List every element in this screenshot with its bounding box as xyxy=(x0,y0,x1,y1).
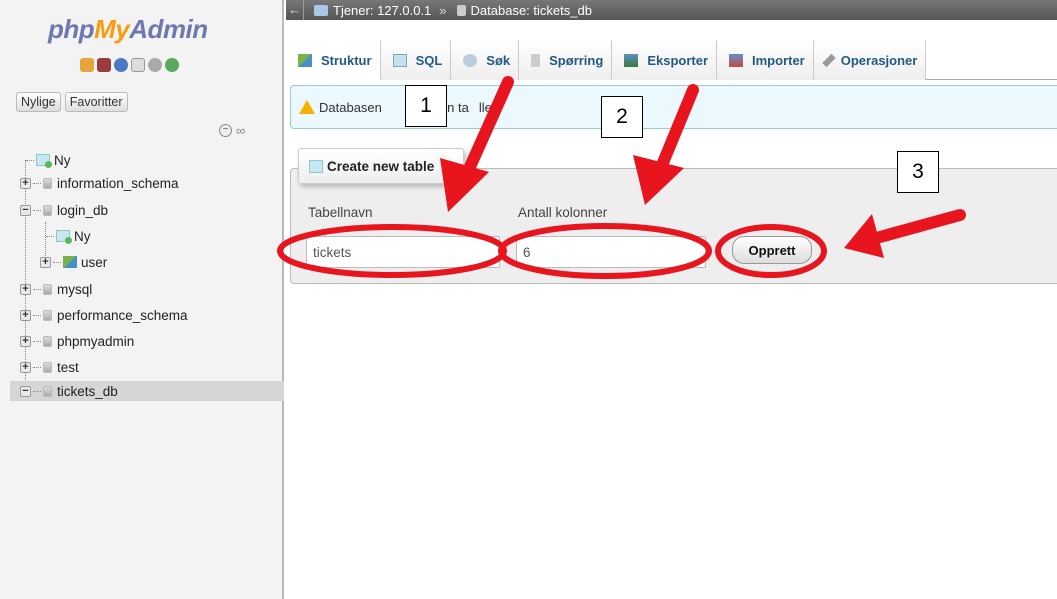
collapse-icon[interactable]: − xyxy=(20,204,31,216)
tree-item-new[interactable]: Ny xyxy=(26,150,71,170)
main-panel: ← Tjener: 127.0.0.1 » Database: tickets_… xyxy=(286,0,1057,599)
column-count-label: Antall kolonner xyxy=(518,205,608,220)
expand-icon[interactable]: + xyxy=(20,309,31,321)
link-icon[interactable]: ∞ xyxy=(236,124,245,137)
tree-item-user-table[interactable]: + user xyxy=(40,252,107,272)
annotation-number-1: 1 xyxy=(405,85,447,127)
expand-icon[interactable]: + xyxy=(20,177,31,189)
column-count-input[interactable] xyxy=(516,236,706,268)
table-name-label: Tabellnavn xyxy=(308,205,373,220)
expand-icon[interactable]: + xyxy=(20,283,31,295)
tree-item-tickets-db[interactable]: − tickets_db xyxy=(10,381,284,401)
nav-icon-bar xyxy=(80,58,179,72)
home-icon[interactable] xyxy=(80,58,94,72)
database-icon xyxy=(43,361,52,373)
import-icon xyxy=(729,53,744,67)
new-icon xyxy=(56,230,72,244)
table-icon xyxy=(63,256,77,268)
tree-item-performance-schema[interactable]: + performance_schema xyxy=(20,305,188,325)
tab-sql[interactable]: SQL xyxy=(380,40,452,80)
breadcrumb-separator: » xyxy=(439,2,447,18)
tree-item-information-schema[interactable]: + information_schema xyxy=(20,173,179,193)
search-icon xyxy=(463,53,478,67)
database-icon xyxy=(43,177,52,189)
reload-icon[interactable] xyxy=(165,58,179,72)
phpmyadmin-logo[interactable]: phpMyAdmin xyxy=(48,14,208,45)
tree-controls: − ∞ xyxy=(219,124,245,137)
tab-operations[interactable]: Operasjoner xyxy=(813,40,927,80)
query-icon xyxy=(531,53,541,67)
tree-item-phpmyadmin[interactable]: + phpmyadmin xyxy=(20,331,134,351)
database-icon xyxy=(43,309,52,321)
tree-item-test[interactable]: + test xyxy=(20,357,79,377)
expand-icon[interactable]: + xyxy=(20,361,31,373)
tab-search[interactable]: Søk xyxy=(451,40,520,80)
nav-tabs: Nylige Favoritter xyxy=(16,92,128,112)
expand-icon[interactable]: + xyxy=(40,256,51,268)
database-icon xyxy=(456,4,466,16)
tab-export[interactable]: Eksporter xyxy=(612,40,718,80)
wrench-icon xyxy=(822,53,836,67)
tab-import[interactable]: Importer xyxy=(717,40,814,80)
server-icon xyxy=(314,4,328,16)
tree-item-login-db[interactable]: − login_db xyxy=(20,200,108,220)
tree-item-mysql[interactable]: + mysql xyxy=(20,279,92,299)
favorites-tab[interactable]: Favoritter xyxy=(64,92,128,112)
recent-tab[interactable]: Nylige xyxy=(16,92,61,112)
settings-icon[interactable] xyxy=(148,58,162,72)
collapse-icon[interactable]: − xyxy=(20,385,31,397)
database-icon xyxy=(43,283,52,295)
table-name-input[interactable] xyxy=(306,236,500,268)
sql-icon xyxy=(392,53,407,67)
tab-structure[interactable]: Struktur xyxy=(286,40,381,80)
structure-icon xyxy=(298,53,312,67)
main-tabs: Struktur SQL Søk Spørring Eksporter Impo… xyxy=(286,40,1057,80)
expand-icon[interactable]: + xyxy=(20,335,31,347)
docs-icon[interactable] xyxy=(131,58,145,72)
export-icon xyxy=(624,53,639,67)
new-icon xyxy=(36,154,52,168)
annotation-number-2: 2 xyxy=(601,96,643,138)
create-table-legend: Create new table xyxy=(298,148,464,184)
navigation-panel: phpMyAdmin Nylige Favoritter − ∞ Ny + inf… xyxy=(0,0,284,599)
database-icon xyxy=(43,204,52,216)
tree-item-login-db-new[interactable]: Ny xyxy=(46,226,91,246)
help-icon[interactable] xyxy=(114,58,128,72)
breadcrumb-bar: ← Tjener: 127.0.0.1 » Database: tickets_… xyxy=(286,0,1057,20)
database-icon xyxy=(43,335,52,347)
collapse-nav-icon[interactable]: ← xyxy=(286,0,304,20)
warning-icon xyxy=(299,100,315,114)
tab-query[interactable]: Spørring xyxy=(519,40,613,80)
logout-icon[interactable] xyxy=(97,58,111,72)
collapse-all-icon[interactable]: − xyxy=(219,124,232,137)
annotation-number-3: 3 xyxy=(897,151,939,193)
breadcrumb-server[interactable]: Tjener: 127.0.0.1 xyxy=(314,3,431,18)
new-table-icon xyxy=(309,159,323,173)
database-icon xyxy=(43,385,52,397)
breadcrumb-database[interactable]: Database: tickets_db xyxy=(456,3,592,18)
create-button[interactable]: Opprett xyxy=(732,236,812,264)
